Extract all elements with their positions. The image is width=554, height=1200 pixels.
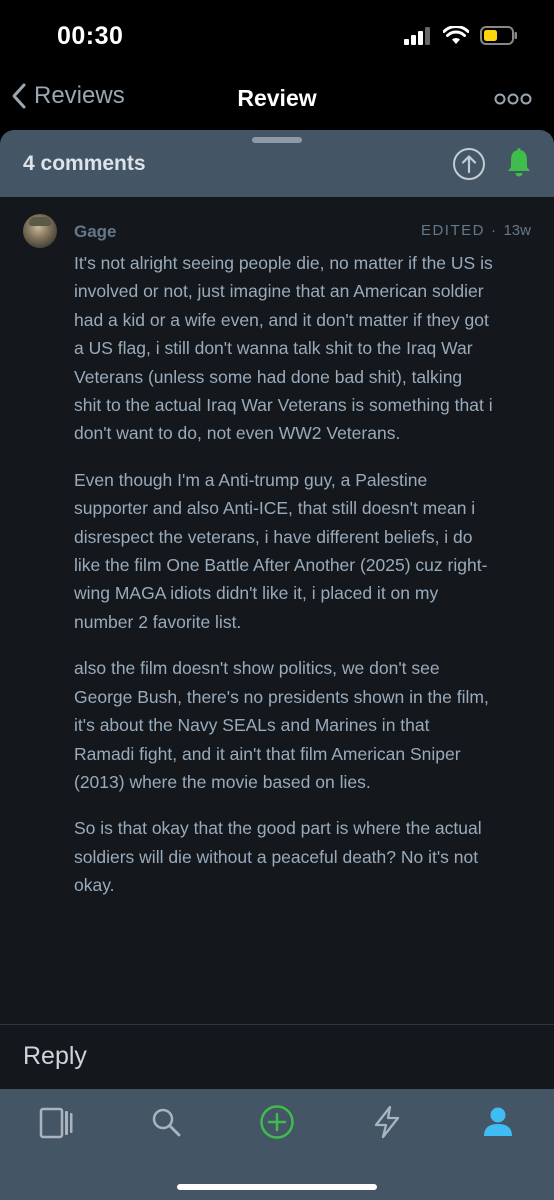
status-time: 00:30 — [57, 22, 124, 50]
comment-paragraph: It's not alright seeing people die, no m… — [74, 253, 493, 444]
comment-paragraph: Even though I'm a Anti-trump guy, a Pale… — [74, 469, 488, 632]
more-button[interactable] — [494, 92, 532, 110]
search-icon — [152, 1108, 181, 1137]
scroll-up-button[interactable] — [452, 147, 486, 186]
films-icon — [39, 1107, 73, 1139]
tab-films[interactable] — [38, 1104, 74, 1140]
meta-separator: · — [490, 222, 498, 239]
activity-icon — [374, 1105, 400, 1139]
comment-meta: EDITED · 13w — [421, 222, 531, 239]
wifi-icon — [443, 26, 469, 44]
arrow-up-circle-icon — [453, 148, 485, 180]
profile-icon — [484, 1107, 512, 1136]
page-title: Review — [237, 85, 317, 111]
nav-bar: Reviews Review — [0, 72, 554, 128]
edited-label: EDITED — [420, 222, 485, 239]
reply-input[interactable]: Reply — [23, 1042, 87, 1071]
battery-icon — [480, 26, 517, 45]
reply-divider — [0, 1024, 554, 1025]
bell-icon — [508, 148, 530, 177]
signal-icon — [404, 26, 430, 45]
status-bar: 00:30 — [0, 0, 554, 72]
avatar[interactable] — [23, 214, 57, 248]
tab-activity[interactable] — [369, 1104, 405, 1140]
comments-count: 4 comments — [23, 152, 146, 175]
home-indicator — [177, 1184, 377, 1190]
tab-add[interactable] — [259, 1104, 295, 1140]
comment-author[interactable]: Gage — [74, 222, 117, 242]
add-icon — [260, 1105, 294, 1139]
tab-search[interactable] — [148, 1104, 184, 1140]
comment-body: It's not alright seeing people die, no m… — [74, 249, 494, 918]
tab-profile[interactable] — [480, 1104, 516, 1140]
sheet-grabber[interactable] — [252, 137, 302, 143]
status-icons — [404, 26, 518, 45]
notifications-button[interactable] — [505, 148, 533, 183]
comment-age: 13w — [503, 222, 531, 239]
comment-paragraph: So is that okay that the good part is wh… — [74, 818, 482, 896]
sheet-header: 4 comments — [0, 130, 554, 197]
more-icon — [494, 93, 532, 105]
comments-sheet: 4 comments Gage EDITED · 13w It's not al… — [0, 130, 554, 1200]
comment-paragraph: also the film doesn't show politics, we … — [74, 658, 489, 792]
